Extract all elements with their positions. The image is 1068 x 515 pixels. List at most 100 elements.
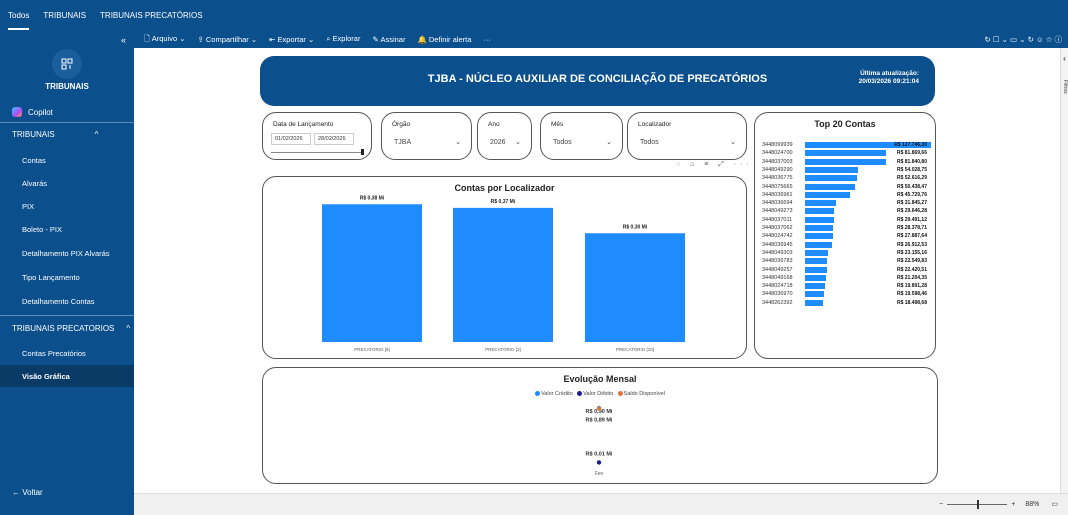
sidebar-item-contas[interactable]: Contas [0,149,134,171]
account-label: 3448099939 [762,142,793,148]
account-label: 3448049273 [762,208,793,215]
filter-value: 2026 [490,139,506,146]
zoom-slider[interactable] [947,499,1008,509]
date-from-input[interactable]: 01/02/2026 [271,133,311,145]
account-label: 3448036775 [762,175,793,182]
sidebar-item-contas-precatorios[interactable]: Contas Precatórios [0,342,134,364]
tab-tribunais[interactable]: TRIBUNAIS [43,0,86,30]
top20-row[interactable]: 3448036694 R$ 31.845,27 [762,199,932,207]
tab-tribunais-precatorios[interactable]: TRIBUNAIS PRECATÓRIOS [100,0,203,30]
sidebar-item-detalhamento-contas[interactable]: Detalhamento Contas [0,290,134,312]
sign-button[interactable]: ✎ Assinar [372,35,405,44]
filters-pane-label[interactable]: Filtros [1060,80,1068,94]
filters-pane-strip[interactable]: ‹ [1060,48,1068,493]
data-label: R$ 28.378,71 [896,225,927,231]
data-point [596,406,602,411]
account-label: 3448024700 [762,150,793,157]
evolucao-mensal-chart: Evolução Mensal Valor Crédito Valor Débi… [262,367,938,484]
chevron-up-icon: ^ [94,130,99,139]
top20-row[interactable]: 3448049303 R$ 23.155,16 [762,249,932,257]
top20-row[interactable]: 3448036945 R$ 26.912,53 [762,241,932,249]
copilot-button[interactable]: Copilot [12,107,53,117]
sidebar-title: TRIBUNAIS [45,82,89,91]
top20-row[interactable]: 3448099939 R$ 127.746,30 [762,141,932,149]
top20-row[interactable]: 3448049168 R$ 21.204,35 [762,274,932,282]
account-label: 3448036694 [762,200,793,207]
top20-row[interactable]: 3448037062 R$ 28.378,71 [762,224,932,232]
divider [0,315,134,316]
top20-row[interactable]: 3448024700 R$ 81.869,66 [762,149,932,157]
top20-row[interactable]: 3448049257 R$ 22.420,51 [762,266,932,274]
localizador-filter[interactable]: Localizador Todos ⌄ [627,112,747,160]
filter-label: Mês [551,121,564,128]
ano-filter[interactable]: Ano 2026 ⌄ [477,112,532,160]
header-banner: TJBA - NÚCLEO AUXILIAR DE CONCILIAÇÃO DE… [260,56,935,106]
bar [322,204,422,342]
tab-todos[interactable]: Todos [8,0,30,30]
data-label: R$ 19.598,46 [896,291,927,298]
top20-row[interactable]: 3448049273 R$ 29.646,28 [762,207,932,215]
top20-row[interactable]: 3448036970 R$ 19.598,46 [762,290,932,298]
sidebar-item-visao-grafica[interactable]: Visão Gráfica [0,365,134,387]
sidebar-item-alvaras[interactable]: Alvarás [0,172,134,194]
top20-row[interactable]: 3448036783 R$ 22.549,83 [762,257,932,265]
share-menu[interactable]: ⇪ Compartilhar ⌄ [198,35,258,44]
top20-row[interactable]: 3448024742 R$ 27.887,64 [762,232,932,240]
data-label: R$ 0,01 Mi [586,451,613,457]
fit-page-icon[interactable]: ▭ [1051,500,1058,508]
export-menu[interactable]: ⇤ Exportar ⌄ [269,35,314,44]
sidebar-item-pix[interactable]: PIX [0,195,134,217]
date-slider[interactable] [271,152,363,153]
data-label: R$ 26.912,53 [896,241,927,248]
date-to-input[interactable]: 28/02/2026 [314,133,354,145]
chevron-down-icon: ⌄ [515,139,521,146]
chevron-down-icon: ⌄ [606,139,612,146]
top20-row[interactable]: 3448024718 R$ 19.891,28 [762,282,932,290]
sidebar-item-boleto-pix[interactable]: Boleto - PIX [0,218,134,240]
collapse-icon[interactable]: « [121,35,126,45]
mes-filter[interactable]: Mês Todos ⌄ [540,112,623,160]
date-filter[interactable]: Data de Lançamento 01/02/2026 28/02/2026 [262,112,372,160]
explore-button[interactable]: ⌕ Explorar [326,34,360,44]
zoom-in-button[interactable]: + [1011,501,1015,508]
zoom-out-button[interactable]: − [939,501,943,508]
section-label: TRIBUNAIS [12,130,55,139]
data-label: R$ 50.438,47 [896,183,927,190]
sidebar-item-detalhamento-pix-alvaras[interactable]: Detalhamento PIX Alvarás [0,242,134,264]
sidebar-section-tribunais-precatorios[interactable]: TRIBUNAIS PRECATORIOS ^ [12,324,130,333]
toolbar-right-icons[interactable]: ↻ ☐ ⌄ ▭ ⌄ ↻ ☺ ☆ ⓘ [985,30,1063,48]
sidebar-item-tipo-lancamento[interactable]: Tipo Lançamento [0,266,134,288]
chevron-down-icon: ⌄ [455,139,461,146]
slider-handle[interactable] [361,149,364,155]
top20-row[interactable]: 3448037003 R$ 81.840,80 [762,158,932,166]
account-label: 3448024718 [762,283,793,290]
more-icon[interactable]: ··· [483,35,491,44]
top20-row[interactable]: 3448036961 R$ 45.729,76 [762,191,932,199]
last-update: Última atualização: 20/03/2026 09:21:04 [859,70,919,86]
tick-label: Fev [595,471,604,477]
account-label: 3448049290 [762,166,793,173]
zoom-control[interactable]: − + 88% ▭ [939,499,1058,509]
divider [0,122,134,123]
top20-row[interactable]: 3448036775 R$ 52.616,29 [762,174,932,182]
set-alert-button[interactable]: 🔔 Definir alerta [417,35,471,44]
top20-row[interactable]: 3448262392 R$ 18.498,68 [762,299,932,307]
data-label: R$ 22.420,51 [896,266,927,273]
data-label: R$ 29.491,12 [896,216,927,223]
tick-label: PRECATORIO [10] [616,347,654,352]
expand-icon[interactable]: ‹ [1061,54,1068,63]
top20-row[interactable]: 3448075665 R$ 50.438,47 [762,183,932,191]
data-label: R$ 0,30 Mi [623,224,648,230]
orgao-filter[interactable]: Órgão TJBA ⌄ [381,112,472,160]
data-label: R$ 21.204,35 [896,274,927,281]
back-button[interactable]: ← Voltar [12,488,43,497]
account-label: 3448036970 [762,291,793,298]
file-menu[interactable]: 🗋 Arquivo ⌄ [144,33,186,46]
visual-header-icons[interactable]: ◌ ⌂ ≡ ⤢ ··· [676,161,753,169]
sidebar-section-tribunais[interactable]: TRIBUNAIS ^ [12,130,98,139]
zoom-level: 88% [1025,500,1040,508]
top20-row[interactable]: 3448049290 R$ 54.028,75 [762,166,932,174]
account-label: 3448037062 [762,225,793,231]
top20-row[interactable]: 3448037011 R$ 29.491,12 [762,216,932,224]
zoom-knob[interactable] [977,499,980,509]
